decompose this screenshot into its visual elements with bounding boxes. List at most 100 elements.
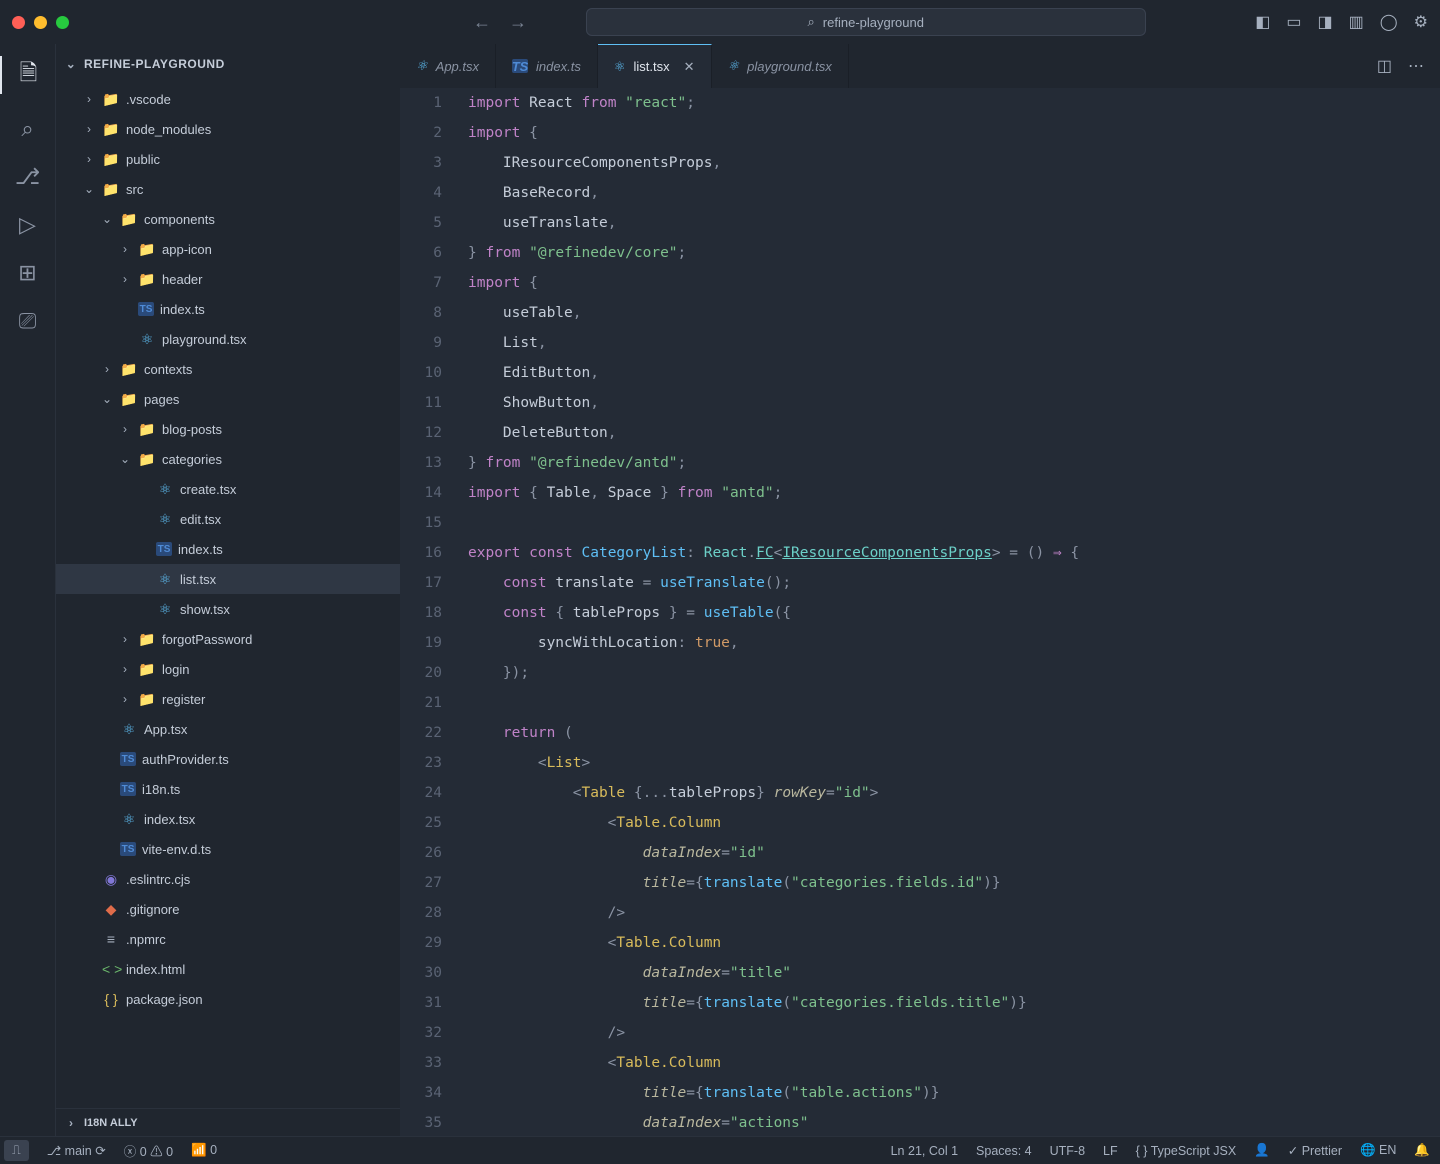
tab[interactable]: ⚛App.tsx [400,44,496,88]
sidebar-header[interactable]: ⌄ REFINE-PLAYGROUND [56,44,400,84]
tree-item[interactable]: < >index.html [56,954,400,984]
tree-item[interactable]: ›📁header [56,264,400,294]
tree-item[interactable]: ›📁contexts [56,354,400,384]
tree-item-label: index.tsx [144,812,195,827]
nav-forward-icon[interactable]: → [509,12,527,33]
editor[interactable]: 1234567891011121314151617181920212223242… [400,88,1440,1136]
gear-icon[interactable]: ⚙ [1414,12,1428,32]
indent[interactable]: Spaces: 4 [976,1144,1032,1158]
chevron-right-icon: › [100,362,114,376]
tree-item[interactable]: ⌄📁src [56,174,400,204]
tree-item[interactable]: ⚛index.tsx [56,804,400,834]
tab[interactable]: TSindex.ts [496,44,598,88]
tab[interactable]: ⚛playground.tsx [712,44,849,88]
react-icon: ⚛ [416,58,428,74]
tree-item[interactable]: ›📁.vscode [56,84,400,114]
git-branch[interactable]: ⎇ main ⟳ [47,1143,106,1158]
close-icon[interactable]: ✕ [684,59,695,75]
tree-item[interactable]: ›📁register [56,684,400,714]
tree-item[interactable]: TSvite-env.d.ts [56,834,400,864]
more-actions-icon[interactable]: ⋯ [1408,56,1424,76]
chevron-down-icon: ⌄ [64,57,78,71]
tab-bar-actions: ◫ ⋯ [1361,44,1440,88]
folder-icon: 📁 [120,211,138,228]
layout-sidebar-left-icon[interactable]: ◧ [1255,12,1270,32]
layout-customize-icon[interactable]: ▥ [1349,12,1364,32]
tree-item-label: list.tsx [180,572,216,587]
tree-item[interactable]: { }package.json [56,984,400,1014]
notifications-icon[interactable]: 🔔 [1414,1143,1430,1158]
source-control-icon[interactable]: ⎇ [15,164,40,190]
tree-item[interactable]: ›📁app-icon [56,234,400,264]
tree-item-label: categories [162,452,222,467]
tree-item[interactable]: ≡.npmrc [56,924,400,954]
tree-item[interactable]: ⌄📁components [56,204,400,234]
copilot-icon[interactable]: 👤 [1254,1143,1270,1158]
layout-sidebar-right-icon[interactable]: ◨ [1318,12,1333,32]
tab[interactable]: ⚛list.tsx✕ [598,44,712,88]
tree-item[interactable]: ›📁blog-posts [56,414,400,444]
tree-item[interactable]: ◉ .eslintrc.cjs [56,864,400,894]
tree-item-label: .eslintrc.cjs [126,872,190,887]
sidebar: ⌄ REFINE-PLAYGROUND ›📁.vscode›📁node_modu… [56,44,400,1136]
tree-item[interactable]: ⚛list.tsx [56,564,400,594]
tree-item[interactable]: ›📁login [56,654,400,684]
tree-item[interactable]: ◆.gitignore [56,894,400,924]
ports[interactable]: 📶 0 [191,1143,217,1158]
code-content[interactable]: import React from "react";import { IReso… [460,88,1440,1136]
close-window[interactable] [12,16,25,29]
tree-item[interactable]: ›📁node_modules [56,114,400,144]
run-debug-icon[interactable]: ▷ [19,212,36,238]
tree-item[interactable]: ⌄📁pages [56,384,400,414]
minimize-window[interactable] [34,16,47,29]
eslint-icon: ◉ [102,871,120,888]
nav-back-icon[interactable]: ← [473,12,491,33]
activity-bar: 🗎 ⌕ ⎇ ▷ ⊞ ⎚ [0,44,56,1136]
sidebar-bottom-section[interactable]: › I18N ALLY [56,1108,400,1136]
chevron-right-icon: › [82,122,96,136]
tree-item[interactable]: ›📁public [56,144,400,174]
locale[interactable]: 🌐 EN [1360,1143,1396,1158]
tree-item[interactable]: ›📁forgotPassword [56,624,400,654]
tree-item[interactable]: ⚛playground.tsx [56,324,400,354]
folder-icon: 📁 [138,661,156,678]
maximize-window[interactable] [56,16,69,29]
tree-item[interactable]: ⚛show.tsx [56,594,400,624]
sidebar-title: REFINE-PLAYGROUND [84,57,225,71]
tree-item[interactable]: TSindex.ts [56,294,400,324]
tree-item[interactable]: TSi18n.ts [56,774,400,804]
chevron-right-icon: › [64,1116,78,1130]
tree-item[interactable]: ⚛App.tsx [56,714,400,744]
tree-item[interactable]: ⚛create.tsx [56,474,400,504]
chevron-down-icon: ⌄ [82,182,96,196]
remote-indicator[interactable]: ⎍ [4,1140,29,1161]
tree-item[interactable]: ⚛edit.tsx [56,504,400,534]
split-editor-icon[interactable]: ◫ [1377,56,1392,76]
react-icon: ⚛ [156,601,174,618]
tree-item[interactable]: TSindex.ts [56,534,400,564]
language-mode[interactable]: { } TypeScript JSX [1136,1144,1237,1158]
tree-item[interactable]: ⌄📁categories [56,444,400,474]
eol[interactable]: LF [1103,1144,1118,1158]
layout-panel-icon[interactable]: ▭ [1286,12,1301,32]
chevron-right-icon: › [118,662,132,676]
prettier[interactable]: ✓ Prettier [1288,1143,1342,1158]
folder-icon: 📁 [138,271,156,288]
remote-explorer-icon[interactable]: ⎚ [19,308,37,334]
command-center[interactable]: ⌕ refine-playground [586,8,1146,36]
file-tree[interactable]: ›📁.vscode›📁node_modules›📁public⌄📁src⌄📁co… [56,84,400,1108]
tree-item[interactable]: TSauthProvider.ts [56,744,400,774]
extensions-icon[interactable]: ⊞ [18,260,36,286]
folder-icon: 📁 [102,121,120,138]
account-icon[interactable]: ◯ [1380,12,1398,32]
search-activity-icon[interactable]: ⌕ [21,116,33,142]
tree-item-label: blog-posts [162,422,222,437]
tree-item-label: header [162,272,202,287]
explorer-icon[interactable]: 🗎 [0,56,55,94]
encoding[interactable]: UTF-8 [1050,1144,1085,1158]
tab-bar: ⚛App.tsxTSindex.ts⚛list.tsx✕⚛playground.… [400,44,1440,88]
window-controls [12,16,69,29]
problems[interactable]: ⓧ 0 ⚠ 0 [124,1141,173,1160]
git-icon: ◆ [102,901,120,918]
cursor-position[interactable]: Ln 21, Col 1 [891,1144,958,1158]
